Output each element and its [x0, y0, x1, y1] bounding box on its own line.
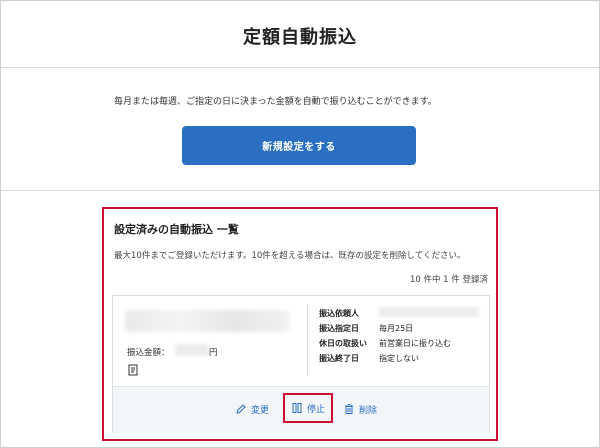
amount-unit: 円 — [209, 348, 218, 358]
registration-count: 10 件中 1 件 登録済 — [409, 275, 488, 285]
detail-value: 指定しない — [379, 354, 419, 363]
delete-label: 削除 — [359, 405, 378, 416]
registered-list-panel: 設定済みの自動振込 一覧 最大10件までご登録いただけます。10件を超える場合は… — [102, 207, 498, 441]
detail-label: 振込依頼人 — [319, 309, 359, 318]
title-bar: 定額自動振込 — [1, 1, 599, 68]
masked-requester — [379, 307, 479, 317]
card-action-bar: 変更 停止 削除 — [113, 386, 489, 433]
detail-value: 毎月25日 — [379, 324, 414, 333]
delete-button[interactable]: 削除 — [343, 401, 377, 417]
masked-amount — [175, 344, 209, 356]
stop-button[interactable]: 停止 — [283, 393, 334, 423]
pause-icon — [292, 403, 302, 413]
detail-label: 休日の取扱い — [319, 339, 367, 348]
section-divider — [1, 190, 599, 191]
masked-recipient-name — [125, 310, 289, 332]
detail-label: 振込終了日 — [319, 354, 359, 363]
amount-label: 振込金額： — [127, 348, 170, 358]
card-summary: 振込金額： 円 振込依頼人 振込指定日 毎月25日 休日の取扱い 前営業日に振り… — [113, 296, 489, 386]
edit-label: 変更 — [251, 405, 270, 416]
stop-label: 停止 — [307, 404, 326, 415]
detail-value: 前営業日に振り込む — [379, 339, 451, 348]
card-vertical-divider — [307, 304, 308, 376]
memo-icon[interactable] — [127, 364, 139, 376]
intro-description: 毎月または毎週、ご指定の日に決まった金額を自動で振り込むことができます。 — [114, 97, 437, 107]
registered-list-title: 設定済みの自動振込 一覧 — [114, 223, 239, 236]
page-title: 定額自動振込 — [243, 27, 357, 48]
new-setting-button[interactable]: 新規設定をする — [182, 126, 416, 165]
edit-button[interactable]: 変更 — [235, 401, 269, 417]
pencil-icon — [236, 404, 246, 414]
transfer-card: 振込金額： 円 振込依頼人 振込指定日 毎月25日 休日の取扱い 前営業日に振り… — [112, 295, 490, 433]
registered-list-note: 最大10件までご登録いただけます。10件を超える場合は、既存の設定を削除してくだ… — [114, 251, 466, 261]
detail-label: 振込指定日 — [319, 324, 359, 333]
trash-icon — [345, 404, 353, 414]
